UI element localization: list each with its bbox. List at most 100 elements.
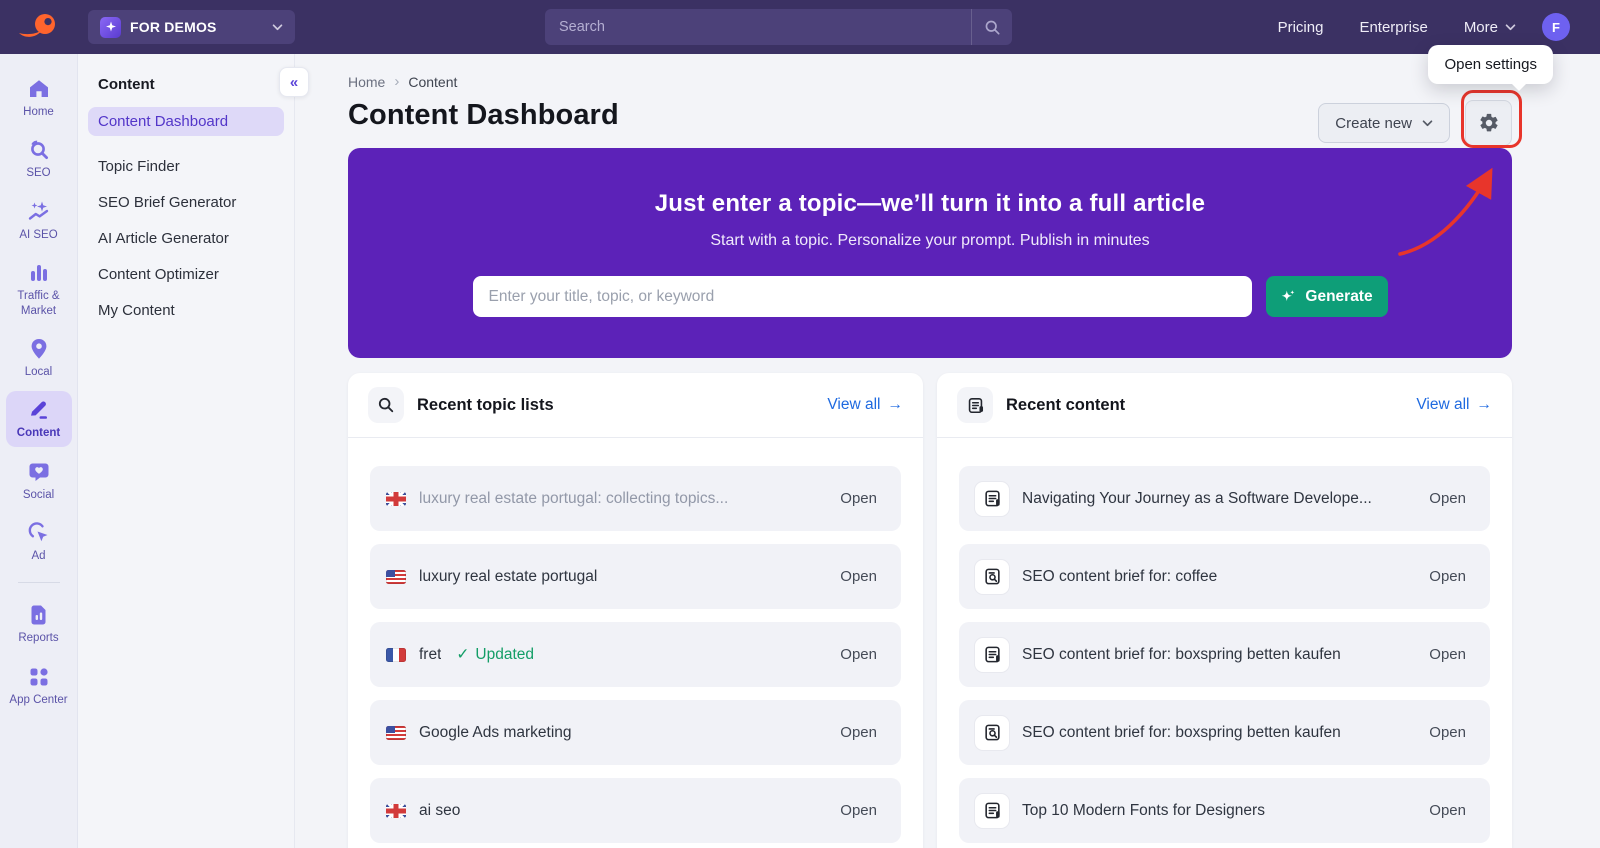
nav-more[interactable]: More	[1464, 19, 1516, 36]
subnav-item-ai-article-generator[interactable]: AI Article Generator	[88, 224, 284, 253]
arrow-right-icon: →	[888, 396, 904, 414]
heart-bubble-icon	[27, 460, 51, 484]
open-link[interactable]: Open	[1429, 802, 1466, 819]
search-chip-icon	[368, 387, 404, 423]
map-pin-icon	[27, 337, 51, 361]
collapse-panel-button[interactable]: «	[279, 67, 309, 97]
open-link[interactable]: Open	[1429, 490, 1466, 507]
open-link[interactable]: Open	[1429, 724, 1466, 741]
open-link[interactable]: Open	[840, 568, 877, 585]
rail-item-app-center[interactable]: App Center	[6, 658, 72, 713]
view-all-recent-content[interactable]: View all →	[1416, 396, 1492, 414]
subnav-item-seo-brief-generator[interactable]: SEO Brief Generator	[88, 188, 284, 217]
project-icon	[100, 17, 121, 38]
nav-pricing[interactable]: Pricing	[1278, 19, 1324, 36]
content-title: Top 10 Modern Fonts for Designers	[1022, 802, 1416, 820]
search-input[interactable]	[545, 19, 971, 35]
topic-list-row[interactable]: Google Ads marketing Open	[370, 700, 901, 765]
create-new-button[interactable]: Create new	[1318, 103, 1450, 143]
pencil-icon	[27, 398, 51, 422]
settings-button[interactable]	[1465, 100, 1512, 146]
check-icon: ✓	[456, 645, 469, 664]
article-icon	[975, 482, 1009, 516]
semrush-logo[interactable]	[16, 9, 62, 45]
topic-list-title: fret	[419, 646, 441, 664]
rail-item-local[interactable]: Local	[6, 330, 72, 385]
rail-item-ai-seo[interactable]: AI SEO	[6, 193, 72, 248]
app-grid-icon	[27, 665, 51, 689]
recent-content-card: Recent content View all →	[937, 373, 1512, 848]
rail-item-ad[interactable]: Ad	[6, 514, 72, 569]
topic-list-row[interactable]: luxury real estate portugal: collecting …	[370, 466, 901, 531]
article-icon	[975, 638, 1009, 672]
rail-item-traffic-market[interactable]: Traffic & Market	[6, 254, 72, 324]
subnav-item-content-dashboard[interactable]: Content Dashboard	[88, 107, 284, 136]
subnav-item-my-content[interactable]: My Content	[88, 296, 284, 325]
project-selector-label: FOR DEMOS	[130, 19, 263, 35]
content-row[interactable]: Navigating Your Journey as a Software De…	[959, 466, 1490, 531]
chevron-down-icon	[1422, 120, 1433, 127]
open-link[interactable]: Open	[840, 490, 877, 507]
click-target-icon	[27, 521, 51, 545]
project-selector[interactable]: FOR DEMOS	[88, 10, 295, 44]
topic-list-row[interactable]: ai seo Open	[370, 778, 901, 843]
content-subnav-panel: « Content Content Dashboard Topic Finder…	[78, 54, 295, 848]
card-title: Recent topic lists	[417, 396, 814, 415]
open-link[interactable]: Open	[840, 646, 877, 663]
search-icon	[984, 19, 1001, 36]
breadcrumb-separator: ›	[394, 73, 399, 90]
open-link[interactable]: Open	[840, 802, 877, 819]
flag-icon	[386, 570, 406, 584]
nav-enterprise[interactable]: Enterprise	[1359, 19, 1427, 36]
topic-list-title: luxury real estate portugal	[419, 568, 827, 586]
content-title: SEO content brief for: boxspring betten …	[1022, 646, 1416, 664]
left-rail: Home SEO AI SEO Traffic & Market	[0, 54, 78, 848]
banner-subtitle: Start with a topic. Personalize your pro…	[710, 232, 1149, 250]
search-submit-button[interactable]	[972, 9, 1012, 45]
rail-item-content[interactable]: Content	[6, 391, 72, 446]
generate-button[interactable]: Generate	[1266, 276, 1388, 317]
rail-item-seo[interactable]: SEO	[6, 131, 72, 186]
main-content: Home › Content Content Dashboard Create …	[295, 54, 1600, 848]
brief-icon	[975, 716, 1009, 750]
updated-badge: ✓ Updated	[456, 645, 827, 664]
topic-list-row[interactable]: luxury real estate portugal Open	[370, 544, 901, 609]
flag-icon	[386, 804, 406, 818]
rail-item-reports[interactable]: Reports	[6, 596, 72, 651]
home-icon	[27, 77, 51, 101]
arrow-right-icon: →	[1477, 396, 1493, 414]
subnav-item-topic-finder[interactable]: Topic Finder	[88, 152, 284, 181]
sparkle-icon	[1280, 288, 1297, 305]
breadcrumb-home[interactable]: Home	[348, 74, 385, 90]
content-title: SEO content brief for: boxspring betten …	[1022, 724, 1416, 742]
card-title: Recent content	[1006, 396, 1403, 415]
bar-chart-icon	[27, 261, 51, 285]
open-link[interactable]: Open	[1429, 646, 1466, 663]
content-row[interactable]: SEO content brief for: coffee Open	[959, 544, 1490, 609]
content-title: Navigating Your Journey as a Software De…	[1022, 490, 1416, 508]
rail-divider	[18, 582, 60, 583]
ai-seo-icon	[27, 200, 51, 224]
user-avatar[interactable]: F	[1542, 13, 1570, 41]
content-row[interactable]: SEO content brief for: boxspring betten …	[959, 700, 1490, 765]
content-chip-icon	[957, 387, 993, 423]
open-link[interactable]: Open	[1429, 568, 1466, 585]
flag-icon	[386, 648, 406, 662]
topic-input[interactable]	[473, 276, 1252, 317]
topic-list-title: luxury real estate portugal: collecting …	[419, 490, 827, 508]
brief-icon	[975, 560, 1009, 594]
content-title: SEO content brief for: coffee	[1022, 568, 1416, 586]
open-link[interactable]: Open	[840, 724, 877, 741]
topic-list-row[interactable]: fret ✓ Updated Open	[370, 622, 901, 687]
view-all-topic-lists[interactable]: View all →	[827, 396, 903, 414]
rail-item-home[interactable]: Home	[6, 70, 72, 125]
global-search	[545, 9, 1012, 45]
ai-article-banner: Just enter a topic—we’ll turn it into a …	[348, 148, 1512, 358]
article-icon	[975, 794, 1009, 828]
content-row[interactable]: Top 10 Modern Fonts for Designers Open	[959, 778, 1490, 843]
gear-icon	[1478, 112, 1500, 134]
content-row[interactable]: SEO content brief for: boxspring betten …	[959, 622, 1490, 687]
topic-list-title: ai seo	[419, 802, 827, 820]
subnav-item-content-optimizer[interactable]: Content Optimizer	[88, 260, 284, 289]
rail-item-social[interactable]: Social	[6, 453, 72, 508]
